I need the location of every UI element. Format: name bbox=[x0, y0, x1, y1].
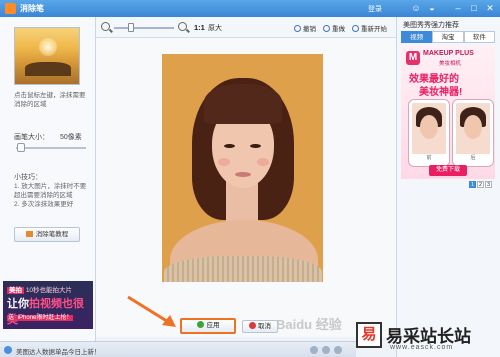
phone-b-label: 后 bbox=[456, 154, 490, 163]
easck-watermark: 易 易采站长站 www.easck.com bbox=[356, 320, 500, 357]
ad-line2: 让你拍视频也很美 bbox=[7, 295, 93, 327]
tab-software[interactable]: 软件 bbox=[463, 31, 495, 43]
left-eye-shape bbox=[224, 144, 235, 148]
meipai-ad-banner[interactable]: 美拍 10秒也能拍大片 让你拍视频也很美 送 iPhone限时赶上抢！ bbox=[3, 281, 93, 329]
zoom-1-1-button[interactable]: 1:1 bbox=[194, 23, 205, 32]
close-icon[interactable]: ✕ bbox=[484, 2, 496, 14]
undo-label: 撤销 bbox=[303, 26, 316, 33]
title-bar: 消除笔 登录 ☺ ◒ – □ ✕ bbox=[0, 0, 500, 17]
brush-size-value: 50像素 bbox=[60, 134, 82, 141]
lips-shape bbox=[235, 172, 251, 177]
tab-taobao[interactable]: 淘宝 bbox=[432, 31, 464, 43]
portrait-photo[interactable] bbox=[162, 54, 323, 282]
qq-icon[interactable] bbox=[322, 346, 330, 354]
ad-pager: 1 2 3 bbox=[469, 181, 492, 188]
weibo-icon[interactable] bbox=[310, 346, 318, 354]
ad-line1-text: 10秒也能拍大片 bbox=[25, 287, 73, 294]
info-icon bbox=[4, 346, 12, 354]
ad-line3-badge: 送 bbox=[7, 315, 16, 321]
minimize-icon[interactable]: – bbox=[452, 2, 464, 14]
eraser-tutorial-label: 消除笔教程 bbox=[35, 231, 69, 238]
status-bar: 美图达人数据单品今日上新！ bbox=[0, 341, 356, 357]
phone-a-face bbox=[420, 115, 438, 139]
phone-before-image: 前 bbox=[409, 100, 449, 166]
ad-line3: 送 iPhone限时赶上抢！ bbox=[7, 312, 74, 321]
editing-canvas[interactable]: Baidu 经验 应用 取消 bbox=[96, 38, 396, 337]
orange-arrow-icon bbox=[127, 295, 176, 327]
zoom-slider-track[interactable] bbox=[114, 27, 174, 29]
eraser-hint: 点击鼠标左键，涂抹需要消除的区域 bbox=[14, 92, 86, 108]
recommend-title: 美图秀秀强力推荐 bbox=[403, 22, 459, 29]
left-blush-shape bbox=[218, 158, 230, 166]
easck-logo-icon: 易 bbox=[356, 322, 382, 348]
reset-icon bbox=[352, 25, 359, 32]
pager-1[interactable]: 1 bbox=[469, 181, 476, 188]
ad-badge: 美拍 bbox=[7, 287, 24, 294]
user-icon[interactable]: ☺ bbox=[410, 2, 422, 14]
apply-button[interactable]: 应用 bbox=[180, 318, 236, 334]
zoom-out-icon[interactable] bbox=[101, 22, 110, 31]
sun-shape bbox=[39, 38, 57, 56]
toolbar: 1:1 原大 撤销 重做 重新开始 bbox=[96, 17, 396, 38]
skin-icon[interactable]: ◒ bbox=[426, 2, 438, 14]
login-link[interactable]: 登录 bbox=[368, 4, 382, 14]
tab-video[interactable]: 视频 bbox=[401, 31, 433, 43]
ad-brand-sub: 美妆相机 bbox=[439, 61, 462, 67]
easck-url: www.easck.com bbox=[390, 344, 454, 351]
cancel-icon bbox=[249, 322, 256, 329]
window-title: 消除笔 bbox=[20, 4, 44, 13]
undo-icon bbox=[294, 25, 301, 32]
brush-size-slider-track[interactable] bbox=[16, 147, 86, 149]
eraser-preview-thumbnail bbox=[14, 27, 80, 85]
pager-3[interactable]: 3 bbox=[485, 181, 492, 188]
eraser-app-icon bbox=[5, 3, 16, 14]
tutorial-icon bbox=[25, 231, 33, 237]
free-download-button[interactable]: 免费下载 bbox=[429, 165, 467, 176]
redo-icon bbox=[323, 25, 330, 32]
ad-brand: MAKEUP PLUS bbox=[423, 50, 474, 57]
makeupplus-ad[interactable]: M MAKEUP PLUS 美妆相机 效果最好的 美妆神器! 前 后 免费下载 bbox=[401, 45, 495, 179]
ad-headline-2: 美妆神器! bbox=[419, 87, 463, 98]
share-icon[interactable] bbox=[334, 346, 342, 354]
tree-shape bbox=[25, 62, 71, 76]
check-icon bbox=[196, 321, 204, 328]
eraser-tutorial-button[interactable]: 消除笔教程 bbox=[14, 227, 80, 242]
status-text[interactable]: 美图达人数据单品今日上新！ bbox=[16, 346, 101, 356]
redo-button[interactable]: 重做 bbox=[323, 23, 345, 33]
zoom-slider-knob[interactable] bbox=[128, 23, 134, 32]
phone-b-face bbox=[464, 115, 482, 139]
tips-title: 小技巧： bbox=[14, 174, 42, 181]
reset-label: 重新开始 bbox=[361, 26, 387, 33]
reset-button[interactable]: 重新开始 bbox=[352, 23, 387, 33]
redo-label: 重做 bbox=[332, 26, 345, 33]
recommend-tabs: 视频 淘宝 软件 bbox=[401, 31, 495, 43]
ad-line2-prefix: 让你 bbox=[7, 298, 29, 310]
right-eye-shape bbox=[250, 144, 261, 148]
bangs-shape bbox=[204, 84, 282, 124]
phone-after-image: 后 bbox=[453, 100, 493, 166]
maximize-icon[interactable]: □ bbox=[468, 2, 480, 14]
makeupplus-logo-icon: M bbox=[406, 51, 420, 65]
right-panel: 美图秀秀强力推荐 视频 淘宝 软件 M MAKEUP PLUS 美妆相机 效果最… bbox=[396, 17, 500, 357]
phone-a-label: 前 bbox=[412, 154, 446, 163]
brush-size-label: 画笔大小： bbox=[14, 134, 49, 141]
cancel-button[interactable]: 取消 bbox=[242, 320, 278, 333]
ad-line3-text: iPhone限时赶上抢！ bbox=[16, 315, 74, 321]
tips-text: 1. 放大图片，涂抹时不要超出需要消除的区域 2. 多次涂抹效果更好 bbox=[14, 183, 87, 208]
cancel-label: 取消 bbox=[258, 323, 271, 330]
sweater-shape bbox=[164, 256, 322, 282]
pager-2[interactable]: 2 bbox=[477, 181, 484, 188]
zoom-in-icon[interactable] bbox=[178, 22, 187, 31]
right-blush-shape bbox=[257, 158, 269, 166]
apply-label: 应用 bbox=[206, 322, 220, 329]
undo-button[interactable]: 撤销 bbox=[294, 23, 316, 33]
ad-line1: 美拍 10秒也能拍大片 bbox=[7, 284, 72, 294]
original-size-button[interactable]: 原大 bbox=[208, 23, 222, 33]
brush-size-slider-knob[interactable] bbox=[17, 143, 26, 152]
